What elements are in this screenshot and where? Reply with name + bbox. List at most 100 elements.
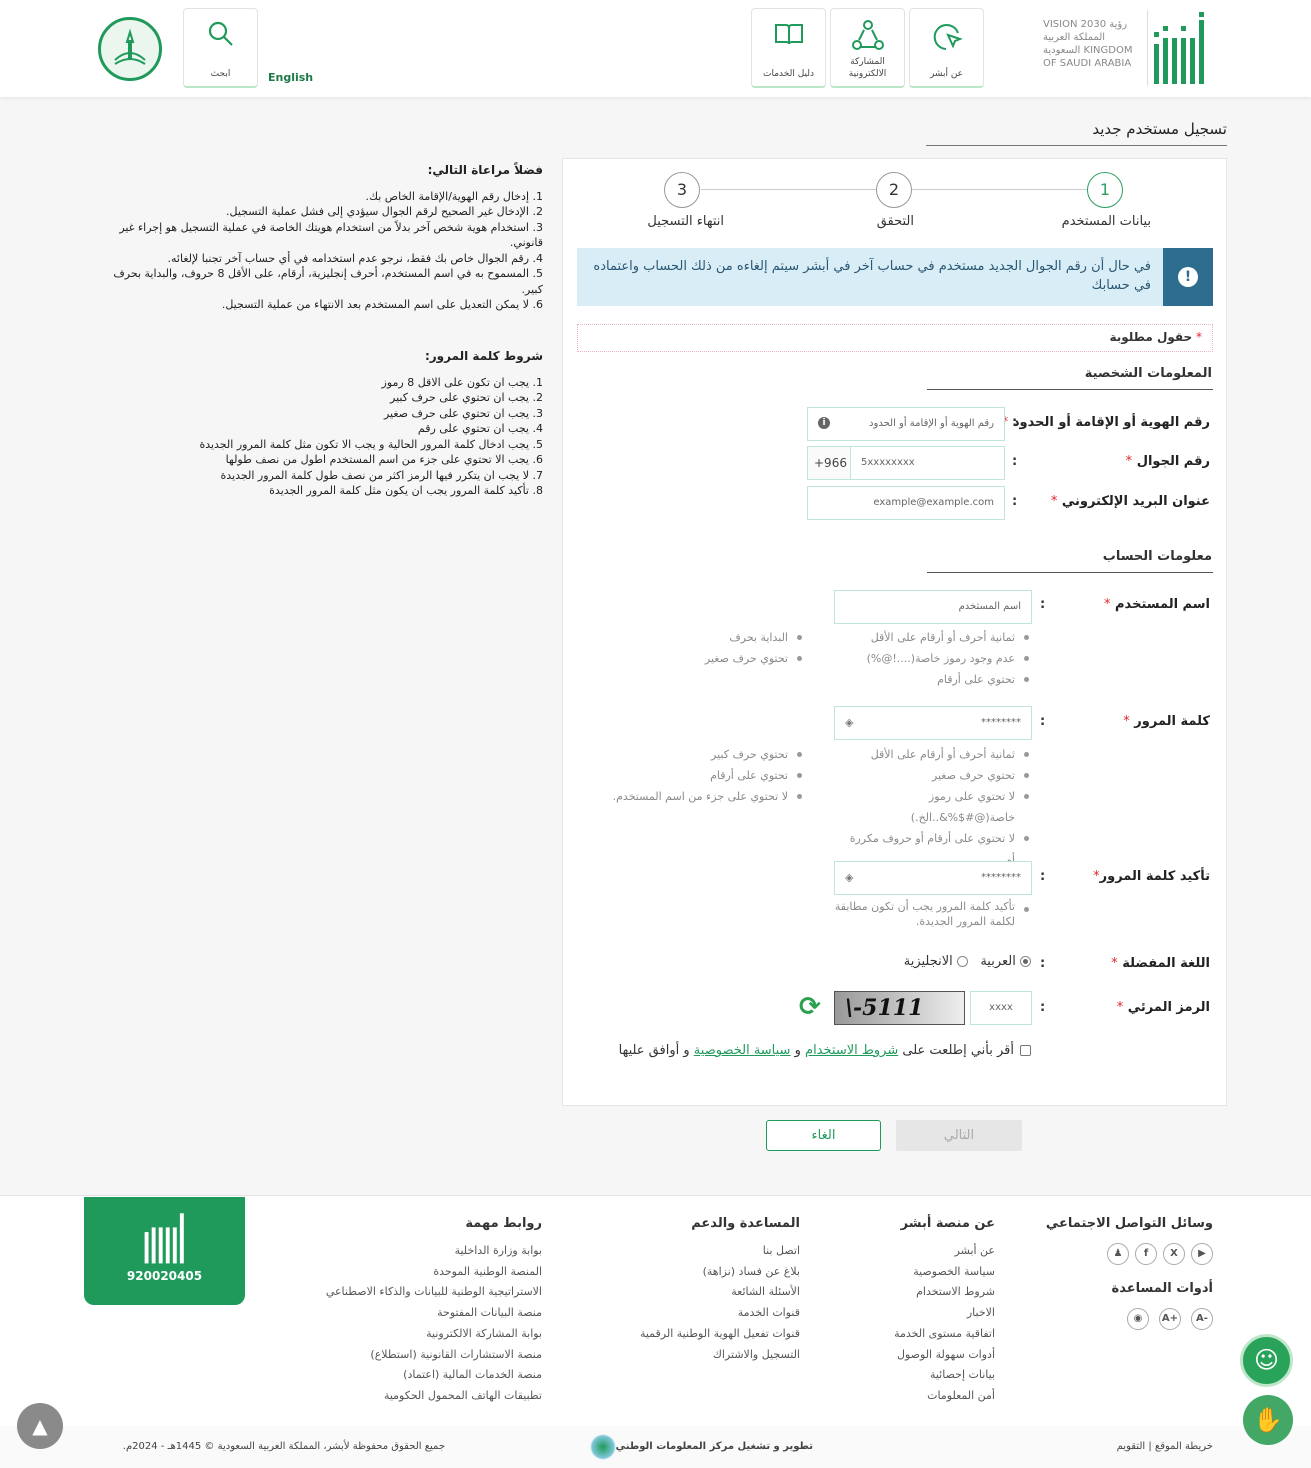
- confirm-password-hints: تأكيد كلمة المرور يجب أن تكون مطابقة لكل…: [829, 899, 1029, 929]
- footer-link[interactable]: اتفاقية مستوى الخدمة: [894, 1324, 995, 1345]
- footer-bottom-bar: خريطة الموقع | التقويم تطوير و تشغيل مرك…: [0, 1426, 1311, 1468]
- site-footer: وسائل التواصل الاجتماعي ▶Xf♟ أدوات المسا…: [0, 1195, 1311, 1468]
- scroll-to-top-button[interactable]: ▲: [17, 1403, 63, 1449]
- phone-box[interactable]: 920020405: [84, 1197, 245, 1305]
- nav-services-guide[interactable]: دليل الخدمات: [751, 8, 826, 88]
- registration-notes: فضلاً مراعاة التالي: 1. إدخال رقم الهوية…: [103, 163, 543, 313]
- footer-link[interactable]: الأسئلة الشائعة: [640, 1282, 800, 1303]
- footer-link[interactable]: بوابة المشاركة الالكترونية: [326, 1324, 542, 1345]
- cancel-button[interactable]: الغاء: [766, 1120, 881, 1151]
- refresh-captcha-icon[interactable]: ⟳: [799, 992, 821, 1022]
- hint-item: تحتوي على أرقام: [867, 669, 1030, 690]
- password-hints-col2: تحتوي حرف كبير تحتوي على أرقام لا تحتوي عل…: [613, 744, 803, 807]
- language-switch-link[interactable]: English: [268, 71, 313, 84]
- id-number-label: رقم الهوية أو الإقامة أو الحدود *: [1001, 415, 1210, 430]
- eye-slash-icon[interactable]: ◈: [845, 707, 853, 739]
- terms-of-use-link[interactable]: شروط الاستخدام: [805, 1043, 898, 1058]
- saudi-emblem-logo: [98, 17, 162, 81]
- footer-link[interactable]: قنوات الخدمة: [640, 1303, 800, 1324]
- search-button[interactable]: ابحث: [183, 8, 258, 88]
- confirm-password-input[interactable]: ******** ◈: [834, 861, 1032, 895]
- footer-link[interactable]: سياسة الخصوصية: [894, 1262, 995, 1283]
- username-hints-col2: البداية بحرف تحتوي حرف صغير: [705, 627, 803, 669]
- captcha-input[interactable]: xxxx: [970, 991, 1032, 1025]
- mobile-input[interactable]: 5xxxxxxxx: [850, 446, 1005, 480]
- next-button[interactable]: التالي: [896, 1120, 1022, 1151]
- note-item: 3. استخدام هوية شخص آخر بدلاً من استخدام…: [119, 220, 543, 250]
- radio-arabic[interactable]: [1020, 956, 1031, 967]
- terms-checkbox[interactable]: [1020, 1045, 1031, 1056]
- sitemap-link[interactable]: خريطة الموقع: [1155, 1441, 1213, 1452]
- footer-link[interactable]: أمن المعلومات: [894, 1386, 995, 1407]
- nav-e-participation[interactable]: المشاركة الالكترونية: [830, 8, 905, 88]
- info-alert: ! في حال أن رقم الجوال الجديد مستخدم في …: [577, 248, 1213, 306]
- note-item: 2. الإدخال غير الصحيح لرقم الجوال سيؤدي …: [226, 205, 543, 218]
- chat-support-button[interactable]: ☺: [1240, 1334, 1293, 1387]
- account-info-title: معلومات الحساب: [1102, 549, 1212, 564]
- footer-link[interactable]: شروط الاستخدام: [894, 1282, 995, 1303]
- hint-item: تحتوي حرف صغير: [839, 765, 1029, 786]
- rating-link[interactable]: التقويم: [1117, 1441, 1146, 1452]
- mobile-label: رقم الجوال *: [1125, 454, 1210, 469]
- copyright-text: جميع الحقوق محفوظة لأبشر، المملكة العربي…: [122, 1441, 445, 1452]
- x-icon[interactable]: X: [1163, 1243, 1185, 1265]
- footer-link[interactable]: المنصة الوطنية الموحدة: [326, 1262, 542, 1283]
- captcha-image: \-5111: [834, 991, 965, 1025]
- youtube-icon[interactable]: ▶: [1191, 1243, 1213, 1265]
- share-network-icon: [851, 20, 884, 50]
- absher-logo[interactable]: [1152, 12, 1208, 86]
- step-1-indicator: 1: [1087, 172, 1123, 208]
- step-2-label: التحقق: [876, 214, 914, 229]
- hint-item: عدم وجود رموز خاصة(....!@%): [867, 648, 1030, 669]
- footer-link[interactable]: بوابة وزارة الداخلية: [326, 1241, 542, 1262]
- password-rule-item: 2. يجب ان تحتوي على حرف كبير: [390, 391, 543, 404]
- footer-link[interactable]: بيانات إحصائية: [894, 1365, 995, 1386]
- password-rule-item: 7. لا يجب ان يتكرر فيها الرمز اكثر من نص…: [220, 468, 543, 482]
- password-input[interactable]: ******** ◈: [834, 706, 1032, 740]
- footer-link[interactable]: التسجيل والاشتراك: [640, 1345, 800, 1366]
- footer-link[interactable]: اتصل بنا: [640, 1241, 800, 1262]
- footer-link[interactable]: الاستراتيجية الوطنية للبيانات والذكاء ال…: [326, 1282, 542, 1303]
- step-3-indicator: 3: [664, 172, 700, 208]
- footer-link[interactable]: أدوات سهولة الوصول: [894, 1345, 995, 1366]
- email-input[interactable]: example@example.com: [807, 486, 1005, 520]
- radio-english[interactable]: [956, 956, 968, 967]
- snapchat-icon[interactable]: ♟: [1107, 1243, 1129, 1265]
- footer-important-links: روابط مهمة بوابة وزارة الداخلية المنصة الو…: [326, 1216, 542, 1407]
- footer-link[interactable]: بلاغ عن فساد (نزاهة): [640, 1262, 800, 1283]
- note-item: 5. المسموح به في اسم المستخدم، أحرف إنجل…: [113, 267, 543, 296]
- username-input[interactable]: اسم المستخدم: [834, 590, 1032, 624]
- sign-language-button[interactable]: ✋: [1243, 1395, 1293, 1445]
- captcha-label: الرمز المرئي *: [1116, 1000, 1210, 1015]
- password-rule-item: 1. يجب ان تكون على الاقل 8 رموز: [381, 375, 543, 389]
- nic-logo: [590, 1434, 616, 1460]
- hint-item: تحتوي حرف صغير: [705, 648, 803, 669]
- footer-link[interactable]: منصة الاستشارات القانونية (استطلاع): [326, 1345, 542, 1366]
- id-number-input[interactable]: رقم الهوية أو الإقامة أو الحدود i: [807, 407, 1005, 441]
- footer-link[interactable]: منصة الخدمات المالية (اعتماد): [326, 1365, 542, 1386]
- hint-item: تحتوي حرف كبير: [613, 744, 803, 765]
- absher-logo-white: [144, 1213, 184, 1264]
- note-item: 6. لا يمكن التعديل على اسم المستخدم بعد …: [221, 298, 543, 311]
- privacy-policy-link[interactable]: سياسة الخصوصية: [694, 1043, 791, 1058]
- hint-item: البداية بحرف: [705, 627, 803, 648]
- decrease-font-button[interactable]: -A: [1191, 1308, 1213, 1330]
- increase-font-button[interactable]: +A: [1159, 1308, 1181, 1330]
- password-rules: شروط كلمة المرور: 1. يجب ان تكون على الا…: [103, 349, 543, 499]
- footer-about: عن منصة أبشر عن أبشر سياسة الخصوصية شروط ال…: [894, 1216, 995, 1407]
- info-icon[interactable]: i: [818, 417, 830, 429]
- hint-item: لا تحتوي على رموز خاصة(@#$%&..الخ.): [839, 786, 1029, 828]
- personal-info-title: المعلومات الشخصية: [1084, 366, 1212, 381]
- footer-link[interactable]: الاخبار: [894, 1303, 995, 1324]
- footer-link[interactable]: منصة البيانات المفتوحة: [326, 1303, 542, 1324]
- search-icon: [208, 21, 233, 46]
- facebook-icon[interactable]: f: [1135, 1243, 1157, 1265]
- nav-about-absher[interactable]: عن أبشر: [909, 8, 984, 88]
- footer-link[interactable]: عن أبشر: [894, 1241, 995, 1262]
- step-2-indicator: 2: [876, 172, 912, 208]
- footer-link[interactable]: قنوات تفعيل الهوية الوطنية الرقمية: [640, 1324, 800, 1345]
- footer-link[interactable]: تطبيقات الهاتف المحمول الحكومية: [326, 1386, 542, 1407]
- eye-icon[interactable]: ◉: [1127, 1308, 1149, 1330]
- password-rule-item: 6. يجب الا تحتوي على جزء من اسم المستخدم…: [225, 453, 543, 466]
- eye-slash-icon[interactable]: ◈: [845, 862, 853, 894]
